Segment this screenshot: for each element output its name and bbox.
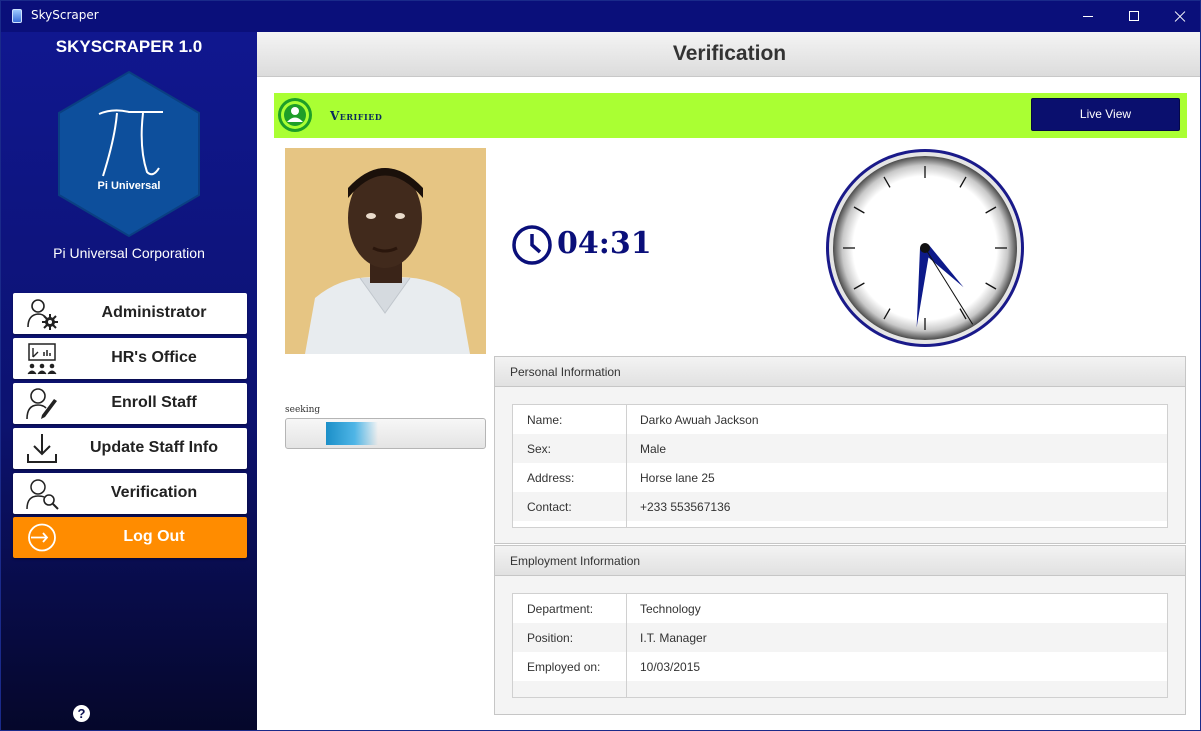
field-value: Technology (640, 602, 701, 616)
logo-caption: Pi Universal (97, 180, 161, 192)
verification-status-bar: Verified Live View (274, 93, 1187, 138)
nav-hr-office-button[interactable]: HR's Office (13, 338, 247, 379)
nav-administrator-button[interactable]: Administrator (13, 293, 247, 334)
field-label: Employed on: (527, 660, 601, 674)
table-row: Name: Darko Awuah Jackson (513, 405, 1167, 434)
nav-label: HR's Office (111, 349, 197, 366)
field-label: Position: (527, 631, 574, 645)
field-value: I.T. Manager (640, 631, 707, 645)
nav-label: Enroll Staff (111, 394, 197, 411)
panel-header: Employment Information (495, 546, 1185, 576)
maximize-button[interactable] (1111, 1, 1157, 32)
table-row-empty (513, 681, 1167, 697)
column-divider (626, 594, 627, 697)
panel-title: Personal Information (510, 365, 621, 379)
column-divider (626, 405, 627, 527)
digital-time: 04:31 (557, 226, 652, 261)
presentation-icon (25, 342, 59, 375)
field-label: Department: (527, 602, 594, 616)
clock-icon (511, 224, 553, 266)
close-button[interactable] (1157, 1, 1200, 32)
help-icon[interactable]: ? (73, 705, 90, 722)
page-header: Verification (257, 32, 1200, 77)
clock-center (920, 243, 930, 253)
panel-title: Employment Information (510, 554, 641, 568)
nav-update-staff-button[interactable]: Update Staff Info (13, 428, 247, 469)
user-search-icon (25, 477, 59, 510)
corporation-name: Pi Universal Corporation (53, 245, 205, 261)
panel-header: Personal Information (495, 357, 1185, 387)
nav-verification-button[interactable]: Verification (13, 473, 247, 514)
main-content: Verification Verified Live View seeking … (257, 32, 1200, 730)
table-row: Sex: Male (513, 434, 1167, 463)
verified-user-icon (276, 96, 314, 134)
title-bar: SkyScraper (1, 1, 1200, 32)
live-view-button[interactable]: Live View (1031, 98, 1180, 131)
company-logo: Pi Universal (53, 68, 205, 240)
personal-info-table: Name: Darko Awuah Jackson Sex: Male Addr… (512, 404, 1168, 528)
scanner-status-label: seeking (285, 405, 321, 415)
verification-status-text: Verified (330, 109, 383, 123)
nav-label: Log Out (123, 528, 185, 545)
field-label: Name: (527, 413, 563, 427)
nav-label: Update Staff Info (90, 439, 218, 456)
sidebar: SKYSCRAPER 1.0 Pi Universal Pi Universal… (1, 32, 257, 730)
field-value: Male (640, 442, 667, 456)
nav-enroll-staff-button[interactable]: Enroll Staff (13, 383, 247, 424)
minimize-icon (1083, 16, 1093, 17)
minimize-button[interactable] (1065, 1, 1111, 32)
table-row: Address: Horse lane 25 (513, 463, 1167, 492)
logout-button[interactable]: Log Out (13, 517, 247, 558)
field-value: Horse lane 25 (640, 471, 715, 485)
window-title: SkyScraper (31, 8, 99, 22)
table-row: Department: Technology (513, 594, 1167, 623)
app-window: SkyScraper SKYSCRAPER 1.0 Pi Universal P… (0, 0, 1201, 731)
field-label: Address: (527, 471, 575, 485)
admin-settings-icon (25, 297, 59, 330)
employment-info-panel: Employment Information Department: Techn… (494, 545, 1186, 715)
field-label: Sex: (527, 442, 552, 456)
field-value: 10/03/2015 (640, 660, 701, 674)
app-icon (12, 9, 22, 23)
table-row: Contact: +233 553567136 (513, 492, 1167, 521)
personal-info-panel: Personal Information Name: Darko Awuah J… (494, 356, 1186, 544)
progress-fill (325, 422, 378, 445)
logout-icon (25, 521, 59, 554)
enroll-user-icon (25, 387, 59, 420)
table-row: Position: I.T. Manager (513, 623, 1167, 652)
nav-label: Administrator (101, 304, 207, 321)
nav-label: Verification (110, 484, 198, 501)
scanner-progress-bar (285, 418, 486, 449)
field-value: +233 553567136 (640, 500, 731, 514)
analog-clock (824, 147, 1026, 349)
page-title: Verification (672, 42, 787, 65)
field-value: Darko Awuah Jackson (640, 413, 759, 427)
app-name: SKYSCRAPER 1.0 (55, 37, 203, 56)
maximize-icon (1129, 11, 1139, 21)
table-row: Employed on: 10/03/2015 (513, 652, 1167, 681)
download-icon (25, 432, 59, 465)
employment-info-table: Department: Technology Position: I.T. Ma… (512, 593, 1168, 698)
staff-photo (285, 148, 486, 354)
field-label: Contact: (527, 500, 572, 514)
